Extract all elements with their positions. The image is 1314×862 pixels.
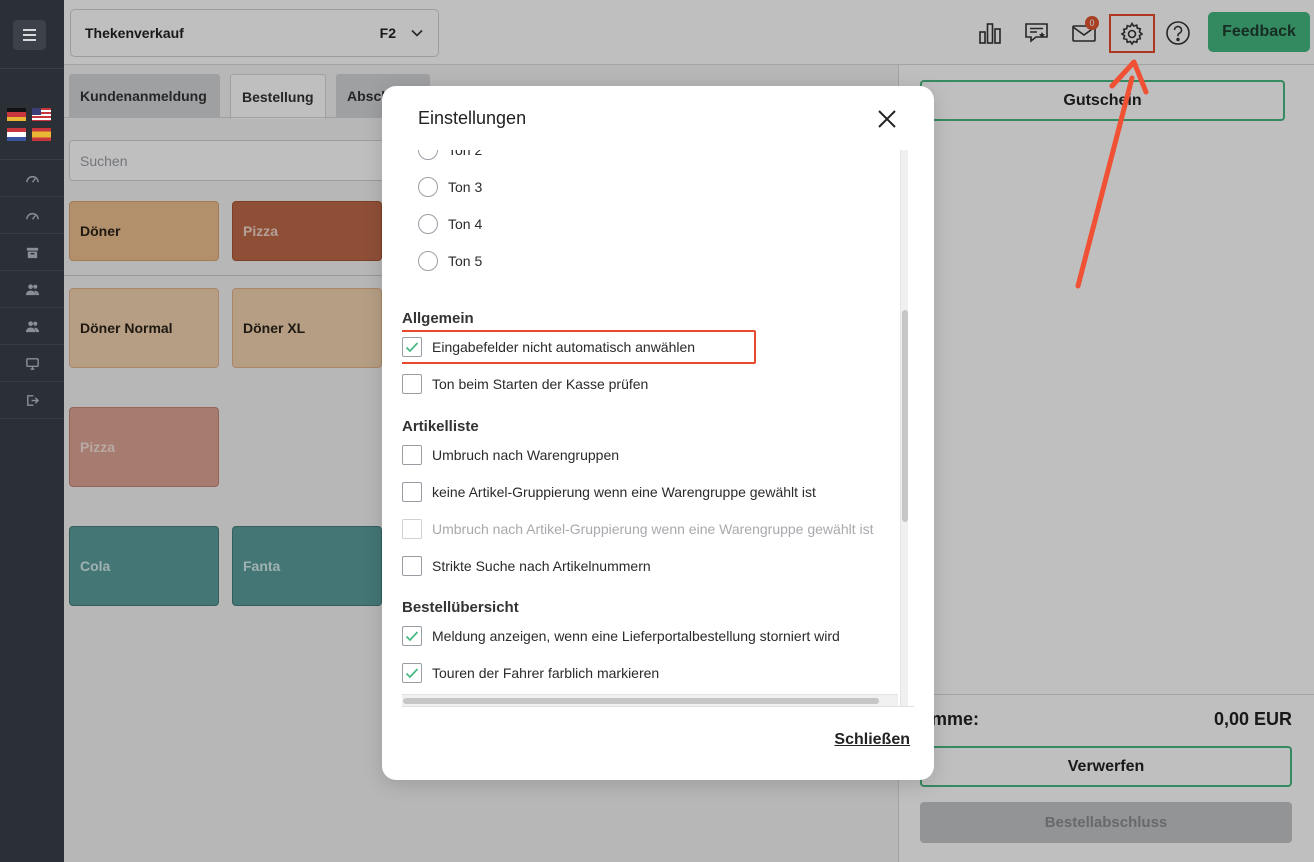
checkbox-option[interactable]: Meldung anzeigen, wenn eine Lieferportal… — [402, 624, 840, 648]
scrollbar-thumb[interactable] — [403, 698, 879, 704]
radio-label: Ton 5 — [448, 253, 483, 269]
scrollbar-thumb[interactable] — [902, 310, 908, 522]
users-icon[interactable] — [0, 271, 64, 308]
checkbox-label: Ton beim Starten der Kasse prüfen — [432, 376, 649, 392]
box-icon[interactable] — [0, 234, 64, 271]
speedometer-icon[interactable] — [0, 160, 64, 197]
radio-button[interactable] — [418, 251, 438, 271]
checkbox-label: Umbruch nach Warengruppen — [432, 447, 620, 463]
checkbox-checked[interactable] — [402, 337, 422, 357]
monitor-icon[interactable] — [0, 345, 64, 382]
users-icon[interactable] — [0, 308, 64, 345]
language-flags — [7, 108, 51, 141]
checkbox-label: Meldung anzeigen, wenn eine Lieferportal… — [432, 628, 840, 644]
radio-option[interactable]: Ton 3 — [402, 175, 482, 199]
dialog-title: Einstellungen — [418, 108, 527, 128]
check-icon — [405, 631, 419, 642]
checkbox-option[interactable]: Umbruch nach Warengruppen — [402, 443, 619, 467]
checkbox-label: Eingabefelder nicht automatisch anwählen — [432, 339, 696, 355]
checkbox[interactable] — [402, 482, 422, 502]
settings-dialog: Einstellungen Ton 2 Ton 3 Ton 4 Ton 5 Al… — [382, 86, 934, 780]
checkbox[interactable] — [402, 374, 422, 394]
checkbox[interactable] — [402, 445, 422, 465]
radio-button[interactable] — [418, 214, 438, 234]
logout-icon[interactable] — [0, 382, 64, 419]
checkbox[interactable] — [402, 556, 422, 576]
checkbox-option[interactable]: keine Artikel-Gruppierung wenn eine Ware… — [402, 480, 816, 504]
annotation-arrow — [1075, 59, 1149, 289]
checkbox-label: keine Artikel-Gruppierung wenn eine Ware… — [432, 484, 816, 500]
checkbox-label: Umbruch nach Artikel-Gruppierung wenn ei… — [432, 521, 874, 537]
radio-label: Ton 2 — [448, 150, 483, 158]
close-icon[interactable] — [876, 108, 898, 130]
netherlands-flag[interactable] — [7, 128, 26, 141]
horizontal-scrollbar[interactable] — [402, 694, 898, 706]
germany-flag[interactable] — [7, 108, 26, 121]
dialog-divider — [402, 706, 914, 707]
checkbox-label: Touren der Fahrer farblich markieren — [432, 665, 660, 681]
radio-option[interactable]: Ton 5 — [402, 249, 482, 273]
sidebar-divider — [0, 68, 64, 69]
hamburger-icon[interactable] — [13, 20, 46, 50]
checkbox-label: Strikte Suche nach Artikelnummern — [432, 558, 651, 574]
vertical-scrollbar[interactable] — [900, 150, 908, 706]
checkbox-option-disabled: Umbruch nach Artikel-Gruppierung wenn ei… — [402, 517, 874, 541]
close-button[interactable]: Schließen — [834, 731, 910, 749]
radio-option[interactable]: Ton 2 — [402, 150, 482, 162]
radio-option[interactable]: Ton 4 — [402, 212, 482, 236]
settings-scroll-area[interactable]: Ton 2 Ton 3 Ton 4 Ton 5 Allgemein Eingab… — [402, 150, 918, 706]
check-icon — [405, 668, 419, 679]
radio-button[interactable] — [418, 177, 438, 197]
spain-flag[interactable] — [32, 128, 51, 141]
sidebar — [0, 0, 64, 862]
usa-flag[interactable] — [32, 108, 51, 121]
checkbox-option[interactable]: Strikte Suche nach Artikelnummern — [402, 554, 651, 578]
section-title-bestelluebersicht: Bestellübersicht — [402, 599, 519, 616]
check-icon — [405, 342, 419, 353]
radio-label: Ton 4 — [448, 216, 483, 232]
checkbox-disabled — [402, 519, 422, 539]
checkbox-checked[interactable] — [402, 626, 422, 646]
checkbox-option[interactable]: Touren der Fahrer farblich markieren — [402, 661, 659, 685]
radio-button[interactable] — [418, 150, 438, 160]
radio-label: Ton 3 — [448, 179, 483, 195]
checkbox-option[interactable]: Eingabefelder nicht automatisch anwählen — [402, 335, 695, 359]
speedometer-icon[interactable] — [0, 197, 64, 234]
section-title-allgemein: Allgemein — [402, 310, 474, 327]
section-title-artikelliste: Artikelliste — [402, 418, 479, 435]
checkbox-checked[interactable] — [402, 663, 422, 683]
checkbox-option[interactable]: Ton beim Starten der Kasse prüfen — [402, 372, 648, 396]
